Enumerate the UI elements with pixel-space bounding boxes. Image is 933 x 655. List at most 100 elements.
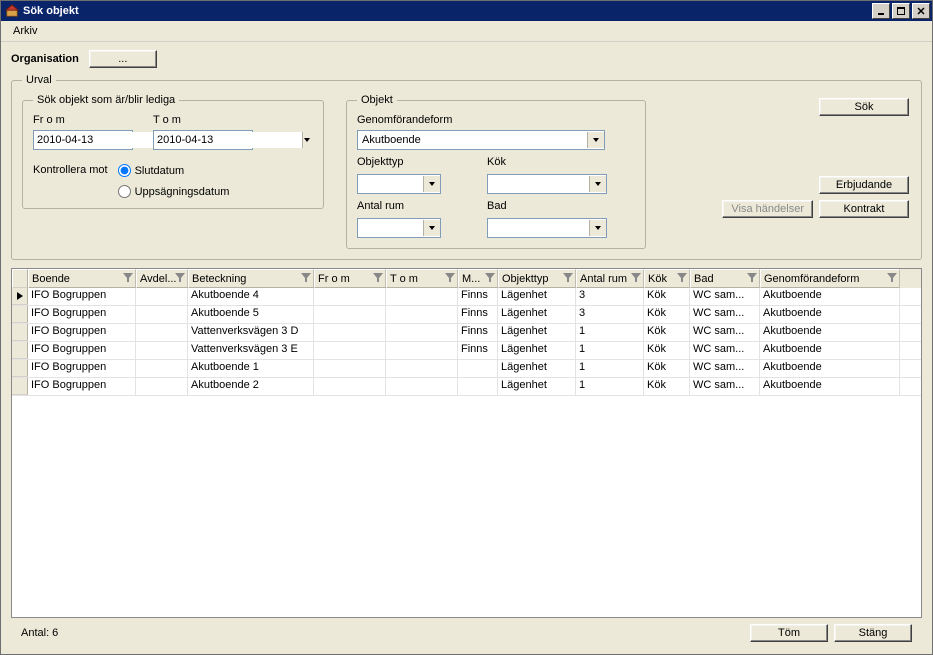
chevron-down-icon[interactable]	[587, 132, 604, 148]
kontrakt-button[interactable]: Kontrakt	[819, 200, 909, 218]
cell-boende: IFO Bogruppen	[28, 288, 136, 305]
table-header: Boende Avdel... Beteckning Fr o m T o m …	[12, 269, 921, 288]
table-row[interactable]: IFO BogruppenAkutboende 1Lägenhet1KökWC …	[12, 360, 921, 378]
genomf-value: Akutboende	[358, 134, 587, 146]
chevron-down-icon[interactable]	[302, 132, 311, 148]
from-date-input[interactable]	[33, 130, 133, 150]
filter-icon[interactable]	[887, 273, 897, 283]
table-row[interactable]: IFO BogruppenAkutboende 2Lägenhet1KökWC …	[12, 378, 921, 396]
tom-date-field[interactable]	[154, 132, 302, 148]
filter-icon[interactable]	[445, 273, 455, 283]
cell-boende: IFO Bogruppen	[28, 342, 136, 359]
chevron-down-icon[interactable]	[423, 220, 440, 236]
row-selector[interactable]	[12, 288, 28, 305]
col-from[interactable]: Fr o m	[314, 269, 386, 288]
cell-objtyp: Lägenhet	[498, 306, 576, 323]
sok-button[interactable]: Sök	[819, 98, 909, 116]
filter-icon[interactable]	[175, 273, 185, 283]
radio-slutdatum-label: Slutdatum	[135, 165, 185, 177]
minimize-button[interactable]	[872, 3, 890, 19]
filter-icon[interactable]	[301, 273, 311, 283]
cell-genom: Akutboende	[760, 342, 900, 359]
tom-button[interactable]: Töm	[750, 624, 828, 642]
stang-button[interactable]: Stäng	[834, 624, 912, 642]
chevron-down-icon[interactable]	[423, 176, 440, 192]
cell-from	[314, 360, 386, 377]
filter-icon[interactable]	[747, 273, 757, 283]
close-button[interactable]	[912, 3, 930, 19]
cell-kok: Kök	[644, 288, 690, 305]
cell-m: Finns	[458, 288, 498, 305]
filter-icon[interactable]	[123, 273, 133, 283]
row-selector[interactable]	[12, 324, 28, 341]
cell-beteck: Akutboende 5	[188, 306, 314, 323]
cell-boende: IFO Bogruppen	[28, 378, 136, 395]
col-m[interactable]: M...	[458, 269, 498, 288]
organisation-button[interactable]: ...	[89, 50, 157, 68]
cell-bad: WC sam...	[690, 306, 760, 323]
col-tom[interactable]: T o m	[386, 269, 458, 288]
cell-bad: WC sam...	[690, 324, 760, 341]
antalrum-select[interactable]	[357, 218, 441, 238]
chevron-down-icon[interactable]	[589, 176, 606, 192]
col-genomforandeform[interactable]: Genomförandeform	[760, 269, 900, 288]
table-row[interactable]: IFO BogruppenVattenverksvägen 3 DFinnsLä…	[12, 324, 921, 342]
title-bar: Sök objekt	[1, 1, 932, 21]
date-group: Sök objekt som är/blir lediga Fr o m T o…	[22, 94, 324, 209]
objekttyp-label: Objekttyp	[357, 156, 477, 168]
table-row[interactable]: IFO BogruppenAkutboende 4FinnsLägenhet3K…	[12, 288, 921, 306]
filter-icon[interactable]	[373, 273, 383, 283]
col-antal-rum[interactable]: Antal rum	[576, 269, 644, 288]
row-selector[interactable]	[12, 378, 28, 395]
cell-from	[314, 342, 386, 359]
cell-from	[314, 324, 386, 341]
radio-uppsagningsdatum-label: Uppsägningsdatum	[135, 186, 230, 198]
tom-date-input[interactable]	[153, 130, 253, 150]
row-selector[interactable]	[12, 342, 28, 359]
from-label: Fr o m	[33, 114, 133, 126]
kok-label: Kök	[487, 156, 607, 168]
filter-icon[interactable]	[485, 273, 495, 283]
cell-kok: Kök	[644, 360, 690, 377]
cell-m: Finns	[458, 324, 498, 341]
cell-antal: 3	[576, 288, 644, 305]
col-boende[interactable]: Boende	[28, 269, 136, 288]
erbjudande-button[interactable]: Erbjudande	[819, 176, 909, 194]
filter-icon[interactable]	[677, 273, 687, 283]
row-selector[interactable]	[12, 306, 28, 323]
cell-tom	[386, 288, 458, 305]
chevron-down-icon[interactable]	[589, 220, 606, 236]
cell-m	[458, 378, 498, 395]
radio-uppsagningsdatum[interactable]: Uppsägningsdatum	[118, 185, 230, 198]
maximize-button[interactable]	[892, 3, 910, 19]
radio-slutdatum-input[interactable]	[118, 164, 131, 177]
col-avdel[interactable]: Avdel...	[136, 269, 188, 288]
col-objekttyp[interactable]: Objekttyp	[498, 269, 576, 288]
objekttyp-select[interactable]	[357, 174, 441, 194]
visa-handelser-button[interactable]: Visa händelser	[722, 200, 813, 218]
col-beteckning[interactable]: Beteckning	[188, 269, 314, 288]
cell-from	[314, 306, 386, 323]
kok-select[interactable]	[487, 174, 607, 194]
filter-icon[interactable]	[631, 273, 641, 283]
cell-tom	[386, 378, 458, 395]
genomf-label: Genomförandeform	[357, 114, 635, 126]
cell-genom: Akutboende	[760, 306, 900, 323]
radio-uppsagningsdatum-input[interactable]	[118, 185, 131, 198]
menu-arkiv[interactable]: Arkiv	[7, 23, 43, 39]
cell-objtyp: Lägenhet	[498, 342, 576, 359]
cell-genom: Akutboende	[760, 360, 900, 377]
cell-objtyp: Lägenhet	[498, 288, 576, 305]
table-row[interactable]: IFO BogruppenVattenverksvägen 3 EFinnsLä…	[12, 342, 921, 360]
col-kok[interactable]: Kök	[644, 269, 690, 288]
filter-icon[interactable]	[563, 273, 573, 283]
col-bad[interactable]: Bad	[690, 269, 760, 288]
genomf-select[interactable]: Akutboende	[357, 130, 605, 150]
radio-slutdatum[interactable]: Slutdatum	[118, 164, 230, 177]
table-row[interactable]: IFO BogruppenAkutboende 5FinnsLägenhet3K…	[12, 306, 921, 324]
cell-genom: Akutboende	[760, 324, 900, 341]
results-table: Boende Avdel... Beteckning Fr o m T o m …	[11, 268, 922, 618]
row-selector[interactable]	[12, 360, 28, 377]
bad-select[interactable]	[487, 218, 607, 238]
cell-kok: Kök	[644, 378, 690, 395]
